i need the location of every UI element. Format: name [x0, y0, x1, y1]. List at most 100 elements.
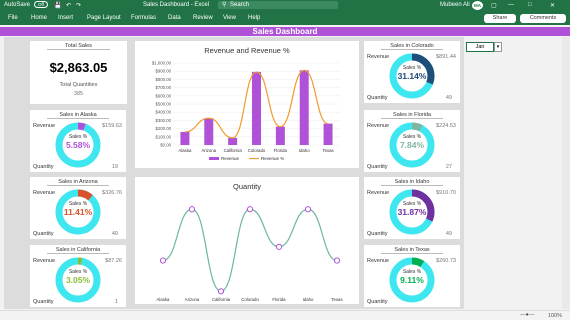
revenue-label: Revenue — [367, 190, 390, 196]
total-sales-title: Total Sales — [30, 43, 127, 50]
quantity-point — [246, 206, 254, 213]
share-label: Share — [492, 15, 508, 21]
comments-label: Comments — [529, 15, 557, 21]
sales-percent: 7.84% — [399, 140, 425, 150]
x-tick-label: Texas — [322, 148, 333, 153]
x-tick-label: Colorado — [241, 297, 259, 302]
quantity-point — [275, 243, 283, 250]
quantity-chart: Quantity Alaska Arizona California Colorado F… — [157, 182, 343, 302]
zoom-level: 100% — [548, 313, 563, 319]
revenue-bar — [323, 123, 333, 145]
y-tick-label: $200.00 — [155, 126, 171, 131]
x-tick-label: Idaho — [303, 297, 314, 302]
ribbon-display-icon[interactable]: ▢ — [491, 2, 497, 9]
revenue-chart-card: Revenue and Revenue % $1,000.00 $900.00 $80… — [135, 41, 359, 168]
x-tick-label: Arizona — [185, 297, 200, 302]
legend-swatch-revenue — [209, 157, 219, 160]
state-card-title: Sales in Colorado — [364, 43, 460, 50]
revenue-label: Revenue — [367, 123, 390, 129]
chart-title: Quantity — [233, 182, 261, 191]
x-tick-label: Alaska — [157, 297, 171, 302]
revenue-value: $891.44 — [436, 54, 456, 60]
chevron-down-icon[interactable]: ▾ — [494, 42, 502, 52]
revenue-value: $260.73 — [436, 258, 456, 264]
zoom-slider[interactable]: —●— — [520, 312, 534, 318]
chart-title: Revenue and Revenue % — [204, 46, 290, 55]
search-icon: ⚲ — [222, 2, 227, 8]
close-icon[interactable]: ✕ — [550, 2, 555, 9]
x-tick-label: Florida — [272, 297, 286, 302]
legend-label-revenue-pct: Revenue % — [261, 156, 284, 161]
search-input[interactable]: Search — [218, 1, 338, 9]
window-title: Sales Dashboard - Excel — [143, 2, 210, 8]
x-tick-label: Colorado — [248, 148, 266, 153]
vertical-scrollbar[interactable] — [562, 37, 570, 309]
tab-data[interactable]: Data — [168, 15, 181, 21]
avatar[interactable]: MA — [472, 1, 483, 10]
donut-center: Sales % 3.05% — [58, 269, 98, 285]
autosave-toggle[interactable]: Off — [34, 1, 48, 8]
state-card: Sales in Idaho Revenue $910.70 Quantity … — [364, 177, 460, 239]
quantity-point — [217, 288, 225, 295]
x-tick-label: Texas — [331, 297, 342, 302]
undo-icon[interactable]: ↶ — [66, 2, 71, 9]
revenue-value: $87.26 — [105, 258, 122, 264]
user-name[interactable]: Mubeen Ali — [440, 2, 470, 8]
revenue-label: Revenue — [33, 258, 56, 264]
quantity-label: Quantity — [367, 299, 388, 305]
tab-review[interactable]: Review — [193, 15, 213, 21]
revenue-value: $326.76 — [102, 190, 122, 196]
tab-insert[interactable]: Insert — [58, 15, 73, 21]
y-tick-label: $400.00 — [155, 110, 171, 115]
tab-view[interactable]: View — [223, 15, 236, 21]
x-tick-label: Arizona — [201, 148, 216, 153]
title-bar: AutoSave Off 💾 ↶ ↷ Sales Dashboard - Exc… — [0, 0, 570, 11]
quantity-label: Quantity — [33, 164, 54, 170]
quantity-value: 1 — [114, 299, 118, 305]
state-card: Sales in Arizona Revenue $326.76 Quantit… — [30, 177, 126, 239]
month-filter[interactable]: Jan — [466, 42, 494, 52]
revenue-value: $224.53 — [436, 123, 456, 129]
state-card: Sales in California Revenue $87.26 Quant… — [30, 245, 126, 307]
tab-help[interactable]: Help — [248, 15, 260, 21]
state-card-title: Sales in Florida — [364, 112, 460, 119]
donut-center: Sales % 31.14% — [392, 65, 432, 81]
autosave-label: AutoSave — [4, 2, 31, 8]
total-sales-value: $2,863.05 — [49, 60, 108, 75]
share-button[interactable]: Share — [484, 14, 516, 23]
y-tick-label: $100.00 — [155, 134, 171, 139]
total-quantities-value: 385 — [73, 91, 84, 97]
maximize-icon[interactable]: □ — [528, 2, 532, 8]
y-tick-label: $0.00 — [160, 143, 171, 148]
tab-file[interactable]: File — [8, 15, 18, 21]
quantity-chart-card: Quantity Alaska Arizona California Colorado F… — [135, 177, 359, 304]
donut-center: Sales % 5.58% — [58, 134, 98, 150]
legend-label-revenue: Revenue — [221, 156, 240, 161]
revenue-value: $910.70 — [436, 190, 456, 196]
revenue-bar — [204, 118, 214, 145]
state-card-title: Sales in Texas — [364, 247, 460, 254]
sales-percent: 31.87% — [397, 207, 427, 217]
y-tick-label: $1,000.00 — [152, 61, 172, 66]
sales-percent: 11.41% — [63, 207, 93, 217]
revenue-bar — [252, 71, 261, 145]
save-icon[interactable]: 💾 — [54, 2, 61, 9]
minimize-icon[interactable]: — — [508, 2, 514, 8]
sales-percent: 9.11% — [400, 275, 424, 285]
tab-formulas[interactable]: Formulas — [131, 15, 156, 21]
tab-home[interactable]: Home — [31, 15, 47, 21]
sales-percent: 31.14% — [397, 71, 427, 81]
y-tick-label: $300.00 — [155, 118, 171, 123]
quantity-point — [159, 257, 167, 264]
tab-page-layout[interactable]: Page Layout — [87, 15, 121, 21]
x-tick-label: California — [224, 148, 243, 153]
donut-center: Sales % 31.87% — [392, 201, 432, 217]
y-tick-label: $700.00 — [155, 85, 171, 90]
y-tick-label: $900.00 — [155, 69, 171, 74]
state-card-title: Sales in Alaska — [30, 112, 126, 119]
total-sales-card: Total Sales $2,863.05 Total Quantities 3… — [30, 41, 127, 104]
sales-percent: 3.05% — [65, 275, 91, 285]
comments-button[interactable]: Comments — [520, 14, 566, 23]
status-bar: —●— 100% — [0, 310, 570, 320]
redo-icon[interactable]: ↷ — [76, 2, 81, 9]
